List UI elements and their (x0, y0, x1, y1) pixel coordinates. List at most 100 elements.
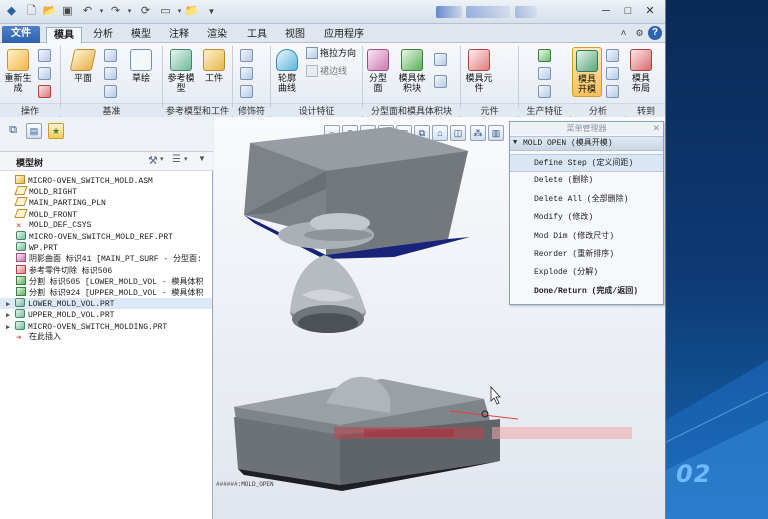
menu-manager-item[interactable]: Delete (删除) (510, 172, 663, 190)
paste-icon[interactable] (38, 67, 51, 80)
tab-model[interactable]: 模型 (124, 27, 158, 43)
settings-icon[interactable]: ⚙ (632, 26, 647, 41)
draft-check-icon[interactable] (606, 85, 619, 98)
open-folder-icon[interactable]: 📂 (42, 4, 57, 19)
menu-manager-item[interactable]: Reorder (重新排序) (510, 246, 663, 264)
tree-item[interactable]: MICRO-OVEN_SWITCH_MOLD.ASM (0, 175, 212, 186)
split-volume-icon[interactable] (434, 53, 447, 66)
shrinkage-dim-icon[interactable] (240, 67, 253, 80)
mold-component-button[interactable]: 模具元 件 (462, 49, 496, 93)
group-datum[interactable]: 基准 (61, 103, 162, 117)
menu-manager-item[interactable]: Modify (修改) (510, 209, 663, 227)
tree-item[interactable]: WP.PRT (0, 242, 212, 253)
shrinkage-icon[interactable] (240, 49, 253, 62)
check-icon[interactable] (606, 49, 619, 62)
tree-item[interactable]: MOLD_FRONT (0, 208, 212, 220)
menu-manager-close-icon[interactable]: ✕ (652, 122, 660, 135)
tree-item[interactable]: MOLD_RIGHT (0, 186, 212, 197)
delete-icon[interactable] (38, 85, 51, 98)
mold-open-button[interactable]: 模具 开模 (572, 47, 602, 97)
group-components[interactable]: 元件 (461, 103, 518, 117)
tree-item[interactable]: 分割 标识505 [LOWER_MOLD_VOL - 模具体积 (0, 275, 212, 287)
plane-button[interactable]: 平面 (66, 49, 100, 83)
tab-analysis[interactable]: 分析 (86, 27, 120, 43)
tree-item[interactable]: ✕ MOLD_DEF_CSYS (0, 220, 212, 231)
tree-settings-dropdown-icon[interactable]: ▾ (160, 155, 164, 163)
regenerate-small-icon[interactable]: ⟳ (138, 4, 153, 19)
group-analysis[interactable]: 分析 (571, 103, 625, 117)
upper-mold[interactable] (244, 127, 470, 259)
tree-item[interactable]: ▶ UPPER_MOLD_VOL.PRT (0, 309, 212, 320)
menu-manager-item[interactable]: Delete All (全部删除) (510, 191, 663, 209)
save-icon[interactable]: ▣ (60, 4, 75, 19)
projected-area-icon[interactable] (606, 67, 619, 80)
tree-item[interactable]: 参考零件切除 标识506 (0, 264, 212, 276)
expand-arrow-icon[interactable]: ▶ (6, 323, 15, 332)
undo-dropdown-icon[interactable]: ▾ (94, 4, 109, 19)
mold-layout-button[interactable]: 模具 布局 (626, 49, 656, 93)
tab-annotate[interactable]: 注释 (162, 27, 196, 43)
axis-icon[interactable] (104, 49, 117, 62)
ribbon-minimize-icon[interactable]: ˄ (616, 26, 631, 41)
expand-arrow-icon[interactable]: ▶ (6, 311, 15, 320)
runner-icon[interactable] (538, 49, 551, 62)
surface-icon (16, 253, 26, 263)
undo-icon[interactable]: ↶ (80, 4, 95, 19)
new-file-icon[interactable]: 🗋 (24, 4, 39, 19)
redo-dropdown-icon[interactable]: ▾ (122, 4, 137, 19)
group-parting-volume[interactable]: 分型面和模具体积块 (363, 103, 460, 117)
group-operations[interactable]: 操作 (0, 103, 60, 117)
shrinkage-scale-icon[interactable] (240, 85, 253, 98)
tree-filter-dropdown-icon[interactable]: ▼ (198, 154, 206, 163)
silhouette-button[interactable]: 轮廓 曲线 (272, 49, 302, 93)
menu-manager-item[interactable]: Define Step (定义间距) (510, 154, 663, 172)
tab-tools[interactable]: 工具 (240, 27, 274, 43)
customize-dropdown-icon[interactable]: ▼ (204, 4, 219, 19)
menu-manager-item[interactable]: Done/Return (完成/返回) (510, 283, 663, 301)
ejector-icon[interactable] (538, 85, 551, 98)
help-icon[interactable]: ? (648, 26, 662, 40)
tree-item[interactable]: 阴影曲面 标识41 [MAIN_PT_SURF - 分型面: (0, 253, 212, 264)
minimize-button[interactable]: ─ (596, 3, 616, 19)
tab-view[interactable]: 视图 (278, 27, 312, 43)
menu-manager-item[interactable]: Explode (分解) (510, 264, 663, 282)
close-button[interactable]: ✕ (640, 3, 660, 19)
tree-item[interactable]: MAIN_PARTING_PLN (0, 197, 212, 208)
group-production[interactable]: 生产特征 (519, 103, 570, 117)
tree-item[interactable]: MICRO-OVEN_SWITCH_MOLD_REF.PRT (0, 231, 212, 242)
window-icon[interactable]: ▭ (158, 4, 173, 19)
expand-arrow-icon[interactable]: ▶ (6, 300, 15, 309)
mold-volume-button[interactable]: 模具体 积块 (394, 49, 430, 93)
menu-manager-item[interactable]: Mod Dim (修改尺寸) (510, 228, 663, 246)
workpiece-button[interactable]: 工件 (200, 49, 228, 83)
tab-render[interactable]: 渲染 (200, 27, 234, 43)
tab-applications[interactable]: 应用程序 (318, 27, 370, 43)
tree-item[interactable]: ▶ MICRO-OVEN_SWITCH_MOLDING.PRT (0, 320, 212, 332)
molded-part[interactable] (290, 255, 366, 333)
close-window-icon[interactable]: 📁 (184, 4, 199, 19)
folder-browser-tab-icon[interactable]: ▤ (26, 123, 42, 139)
redo-icon[interactable]: ↷ (108, 4, 123, 19)
title-blur (436, 6, 462, 18)
model-tree-tab-icon[interactable]: ⧉ (5, 123, 21, 139)
favorites-tab-icon[interactable]: ★ (48, 123, 64, 139)
regenerate-button[interactable]: 重新生 成 (2, 49, 34, 93)
ref-model-button[interactable]: 参考模 型 (164, 49, 198, 93)
copy-icon[interactable] (38, 49, 51, 62)
tree-settings-icon[interactable]: ⚒ (148, 154, 158, 167)
menu-manager-header[interactable]: ▼ MOLD OPEN (模具开模) (510, 136, 663, 151)
tree-columns-dropdown-icon[interactable]: ▾ (184, 155, 188, 163)
csys-small-icon[interactable] (104, 85, 117, 98)
sketch-button[interactable]: 草绘 (124, 49, 158, 83)
parting-surface-button[interactable]: 分型 面 (364, 49, 392, 93)
volume-extract-icon[interactable] (434, 75, 447, 88)
tab-mold[interactable]: 模具 (46, 27, 82, 43)
point-icon[interactable] (104, 67, 117, 80)
tree-item[interactable]: ➔ 在此插入 (0, 332, 212, 343)
waterline-icon[interactable] (538, 67, 551, 80)
tree-columns-icon[interactable]: ☰ (172, 154, 181, 165)
tree-item[interactable]: ▶ LOWER_MOLD_VOL.PRT (0, 298, 212, 310)
maximize-button[interactable]: □ (618, 3, 638, 19)
tree-item[interactable]: 分割 标识924 [UPPER_MOLD_VOL - 模具体积 (0, 287, 212, 298)
tab-file[interactable]: 文件 (2, 26, 40, 43)
